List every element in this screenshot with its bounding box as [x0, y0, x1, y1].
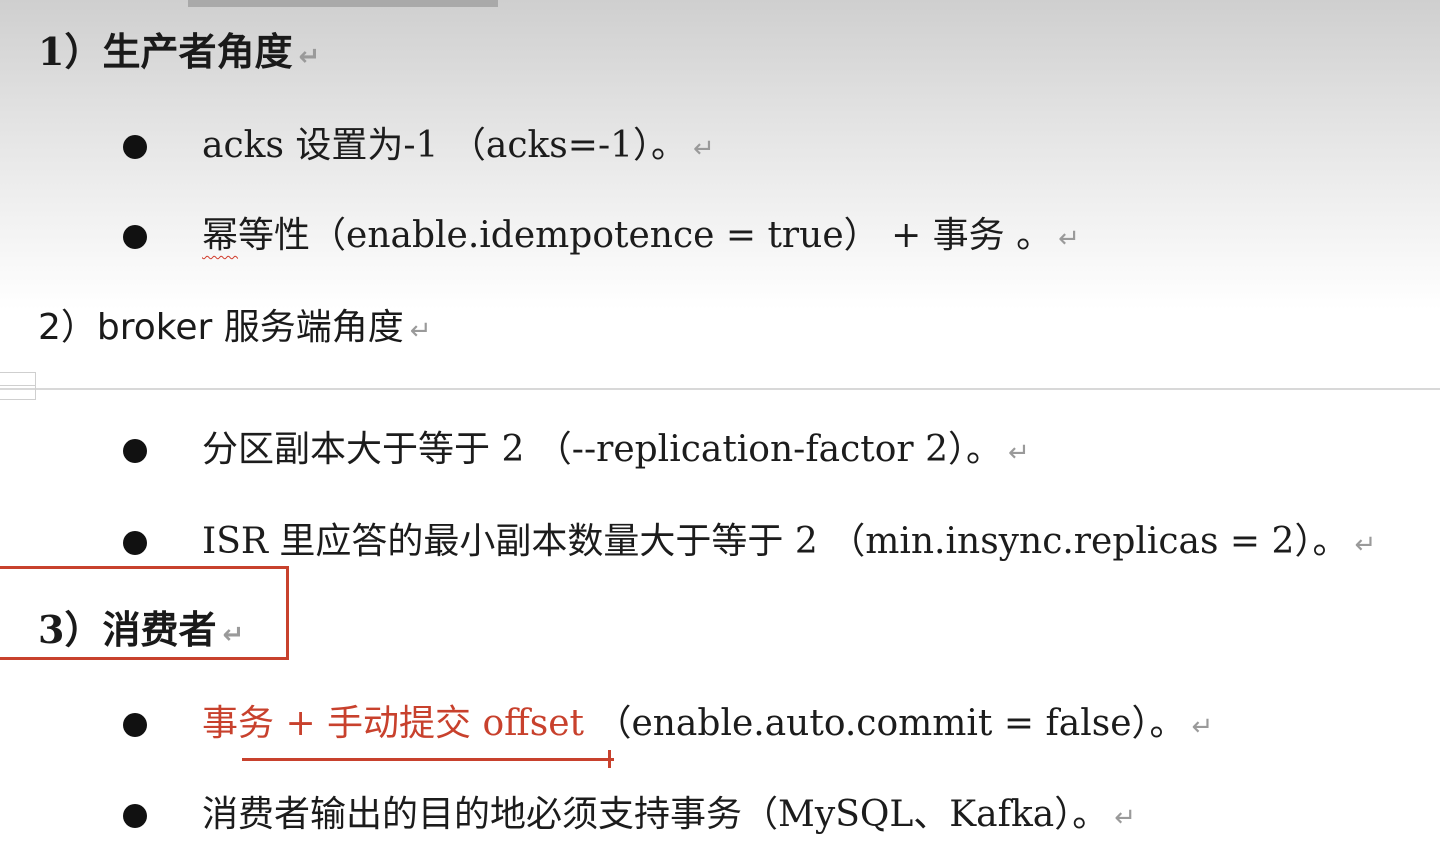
bullet-icon [123, 804, 147, 828]
return-mark-icon: ↵ [1058, 224, 1080, 254]
list-item-text: 分区副本大于等于 2 （--replication-factor 2）。 ↵ [202, 429, 1030, 470]
return-mark-icon: ↵ [1191, 712, 1214, 742]
list-item: 消费者输出的目的地必须支持事务（MySQL、Kafka）。 ↵ [0, 790, 1440, 840]
list-item: ISR 里应答的最小副本数量大于等于 2 （min.insync.replica… [0, 517, 1440, 567]
section-2-heading: 2）broker 服务端角度 ↵ [38, 306, 432, 353]
bullet-icon [123, 531, 147, 555]
section-1-heading-text: 1）生产者角度 [38, 29, 293, 74]
page-corner-marker [0, 372, 36, 400]
bullet-icon [123, 439, 147, 463]
scroll-tab[interactable] [188, 0, 498, 7]
return-mark-icon: ↵ [222, 620, 245, 650]
return-mark-icon: ↵ [409, 316, 432, 346]
list-item: 分区副本大于等于 2 （--replication-factor 2）。 ↵ [0, 425, 1440, 475]
list-item-text: 事务 + 手动提交 offset （enable.auto.commit = f… [202, 703, 1214, 744]
return-mark-icon: ↵ [1007, 438, 1030, 468]
section-3-heading-text: 3）消费者 [38, 607, 217, 652]
list-item-text: ISR 里应答的最小副本数量大于等于 2 （min.insync.replica… [202, 521, 1377, 562]
return-mark-icon: ↵ [693, 134, 715, 164]
spellcheck-word[interactable]: 幂 [202, 215, 238, 256]
annotation-underline [242, 758, 614, 761]
annotation-underline-tick [608, 750, 611, 768]
return-mark-icon: ↵ [1114, 803, 1137, 833]
list-item-text: 幂等性（enable.idempotence = true） + 事务 。 ↵ [202, 215, 1080, 256]
list-item: 事务 + 手动提交 offset （enable.auto.commit = f… [0, 699, 1440, 749]
list-item-text: 消费者输出的目的地必须支持事务（MySQL、Kafka）。 ↵ [202, 794, 1137, 835]
return-mark-icon: ↵ [1354, 530, 1377, 560]
bullet-icon [123, 225, 147, 249]
bullet-icon [123, 135, 147, 159]
list-item: 幂等性（enable.idempotence = true） + 事务 。 ↵ [0, 211, 1440, 261]
return-mark-icon: ↵ [298, 42, 321, 72]
section-2-heading-text: 2）broker 服务端角度 [38, 307, 404, 348]
bullet-icon [123, 713, 147, 737]
section-3-heading: 3）消费者 ↵ [38, 608, 244, 657]
section-1-heading: 1）生产者角度 ↵ [38, 30, 320, 79]
list-item-text: acks 设置为-1 （acks=-1）。 ↵ [202, 125, 715, 166]
page-break-line [0, 388, 1440, 390]
list-item: acks 设置为-1 （acks=-1）。 ↵ [0, 121, 1440, 171]
highlighted-text: 事务 + 手动提交 offset [202, 703, 584, 744]
